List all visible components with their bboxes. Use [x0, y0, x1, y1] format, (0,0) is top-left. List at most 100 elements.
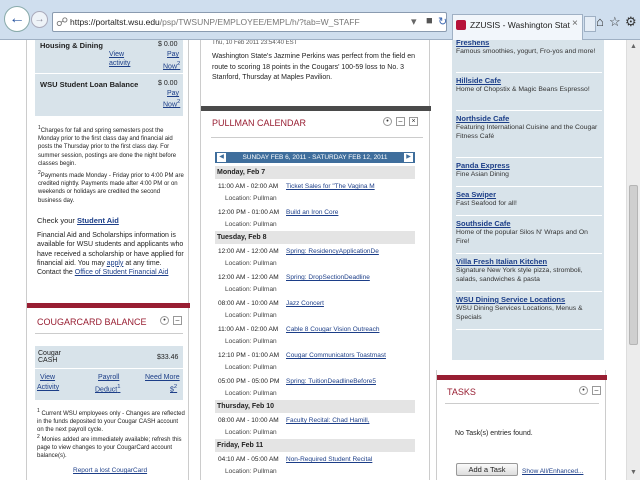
report-lost-card-link[interactable]: Report a lost CougarCard	[73, 467, 147, 474]
calendar-day-heading: Tuesday, Feb 8	[215, 231, 415, 244]
event-time: 08:00 AM - 10:00 AM	[218, 300, 279, 307]
divider	[211, 137, 423, 138]
event-time: 05:00 PM - 05:00 PM	[218, 378, 280, 385]
gear-icon[interactable]: •	[383, 117, 392, 126]
dining-location-link[interactable]: Hillside Cafe	[456, 76, 602, 85]
housing-view-link[interactable]: View	[109, 51, 124, 58]
event-location: Location: Pullman	[225, 429, 277, 436]
add-task-button[interactable]: Add a Task	[456, 463, 518, 476]
dining-location-link[interactable]: Northside Cafe	[456, 114, 602, 123]
close-icon[interactable]: ×	[409, 117, 418, 126]
calendar-event: 12:00 AM - 12:00 AM Spring: DropSectionDe…	[215, 270, 415, 296]
dining-description: Famous smoothies, yogurt, Fro-yos and mo…	[456, 48, 596, 55]
next-week-icon[interactable]: ▶	[404, 153, 413, 162]
event-link[interactable]: Spring: DropSectionDeadline	[286, 274, 411, 281]
calendar-day-heading: Friday, Feb 11	[215, 439, 415, 452]
tasks-header-bar	[437, 375, 607, 380]
refresh-icon[interactable]: ↻	[438, 15, 447, 28]
event-time: 11:00 AM - 02:00 AM	[218, 326, 279, 333]
housing-pay-link[interactable]: Pay	[167, 51, 179, 58]
event-link[interactable]: Build an Iron Core	[286, 209, 411, 216]
dining-item: Panda Express Fine Asian Dining	[456, 158, 602, 187]
housing-activity-link[interactable]: activity	[109, 60, 130, 67]
calendar-title: PULLMAN CALENDAR	[212, 118, 307, 128]
event-link[interactable]: Faculty Recital: Chad Hamill,	[286, 417, 411, 424]
show-all-link[interactable]: Show All/Enhanced...	[522, 468, 583, 475]
event-link[interactable]: Jazz Concert	[286, 300, 411, 307]
cougar-view-link[interactable]: View	[40, 374, 55, 381]
aid-text: Financial Aid and Scholarships informati…	[37, 232, 184, 277]
cougar-cash-label: Cougar CASH	[38, 350, 61, 364]
minimize-icon[interactable]: –	[592, 386, 601, 395]
apply-link[interactable]: apply	[107, 260, 124, 267]
payroll-link[interactable]: Payroll	[98, 374, 119, 381]
gear-icon[interactable]: •	[160, 316, 169, 325]
dining-description: Featuring International Cuisine and the …	[456, 124, 598, 140]
gear-icon[interactable]: •	[579, 386, 588, 395]
event-time: 08:00 AM - 10:00 AM	[218, 417, 279, 424]
calendar-event: 11:00 AM - 02:00 AM Cable 8 Cougar Vision…	[215, 322, 415, 348]
back-button[interactable]: ←	[4, 6, 30, 32]
scroll-down-icon[interactable]: ▼	[630, 469, 637, 476]
tab-title: ZZUSIS - Washington State ...	[470, 20, 570, 30]
event-location: Location: Pullman	[225, 286, 277, 293]
event-link[interactable]: Spring: ResidencyApplicationDe	[286, 248, 411, 255]
dining-location-link[interactable]: Southside Cafe	[456, 219, 602, 228]
event-link[interactable]: Ticket Sales for "The Vagina M	[286, 183, 411, 190]
footnote-1: 1Charges for fall and spring semesters p…	[38, 125, 177, 167]
need-more-link[interactable]: Need More	[145, 374, 180, 381]
browser-tab[interactable]: ZZUSIS - Washington State ... ×	[452, 14, 583, 40]
cougar-activity-link[interactable]: Activity	[37, 384, 59, 391]
dining-location-link[interactable]: Panda Express	[456, 161, 602, 170]
housing-amount: $ 0.00	[158, 41, 178, 48]
home-icon[interactable]: ⌂	[596, 14, 604, 29]
scroll-up-icon[interactable]: ▲	[630, 43, 637, 50]
event-location: Location: Pullman	[225, 221, 277, 228]
event-link[interactable]: Cougar Communicators Toastmast	[286, 352, 411, 359]
divider	[35, 368, 183, 369]
event-link[interactable]: Non-Required Student Recital	[286, 456, 411, 463]
minimize-icon[interactable]: –	[396, 117, 405, 126]
loan-now-link[interactable]: Now2	[163, 99, 180, 108]
gear-icon[interactable]: ⚙	[625, 14, 637, 30]
dining-item: WSU Dining Service Locations WSU Dining S…	[456, 292, 602, 330]
vertical-scrollbar[interactable]: ▲ ▼	[626, 40, 640, 480]
loan-pay-link[interactable]: Pay	[167, 90, 179, 97]
student-aid-link[interactable]: Student Aid	[77, 216, 119, 225]
forward-button[interactable]: →	[31, 11, 48, 28]
office-financial-aid-link[interactable]: Office of Student Financial Aid	[75, 269, 169, 276]
divider	[35, 333, 183, 334]
event-location: Location: Pullman	[225, 338, 277, 345]
event-link[interactable]: Cable 8 Cougar Vision Outreach	[286, 326, 411, 333]
close-tab-icon[interactable]: ×	[572, 18, 578, 29]
tasks-frame: TASKS • – No Task(s) entries found. Add …	[436, 370, 607, 480]
dining-description: Fine Asian Dining	[456, 171, 509, 178]
dining-description: Fast Seafood for all!	[456, 200, 517, 207]
minimize-icon[interactable]: –	[173, 316, 182, 325]
calendar-day-heading: Thursday, Feb 10	[215, 400, 415, 413]
new-tab-button[interactable]	[584, 16, 596, 32]
dining-location-link[interactable]: WSU Dining Service Locations	[456, 295, 602, 304]
dining-location-link[interactable]: Freshens	[456, 40, 602, 47]
search-dropdown-icon[interactable]: ▾	[411, 15, 417, 28]
need-more-dollar-link[interactable]: $2	[170, 384, 177, 393]
dining-location-link[interactable]: Villa Fresh Italian Kitchen	[456, 257, 602, 266]
news-date: Thu, 10 Feb 2011 23:54:40 EST	[212, 40, 298, 46]
left-frame: Housing & Dining View activity $ 0.00 Pa…	[26, 40, 190, 480]
lock-icon: ☍	[56, 15, 69, 29]
loan-amount: $ 0.00	[158, 80, 178, 87]
dining-description: Signature New York style pizza, strombol…	[456, 267, 583, 283]
cougar-cash-amount: $33.46	[157, 354, 179, 361]
calendar-event: 11:00 AM - 02:00 AM Ticket Sales for "The…	[215, 179, 415, 205]
dining-item: Sea Swiper Fast Seafood for all!	[456, 187, 602, 216]
event-location: Location: Pullman	[225, 312, 277, 319]
event-link[interactable]: Spring: TuitionDeadlineBefore5	[286, 378, 411, 385]
dining-location-link[interactable]: Sea Swiper	[456, 190, 602, 199]
previous-week-icon[interactable]: ◀	[217, 153, 226, 162]
scrollbar-thumb[interactable]	[629, 185, 638, 345]
favorites-star-icon[interactable]: ☆	[609, 14, 621, 30]
address-bar[interactable]: ☍ https://portaltst.wsu.edu/psp/TWSUNP/E…	[52, 12, 447, 32]
housing-now-link[interactable]: Now2	[163, 61, 180, 70]
deduct-link[interactable]: Deduct1	[95, 384, 120, 393]
dining-description: Home of the popular Silos N' Wraps and O…	[456, 229, 588, 245]
